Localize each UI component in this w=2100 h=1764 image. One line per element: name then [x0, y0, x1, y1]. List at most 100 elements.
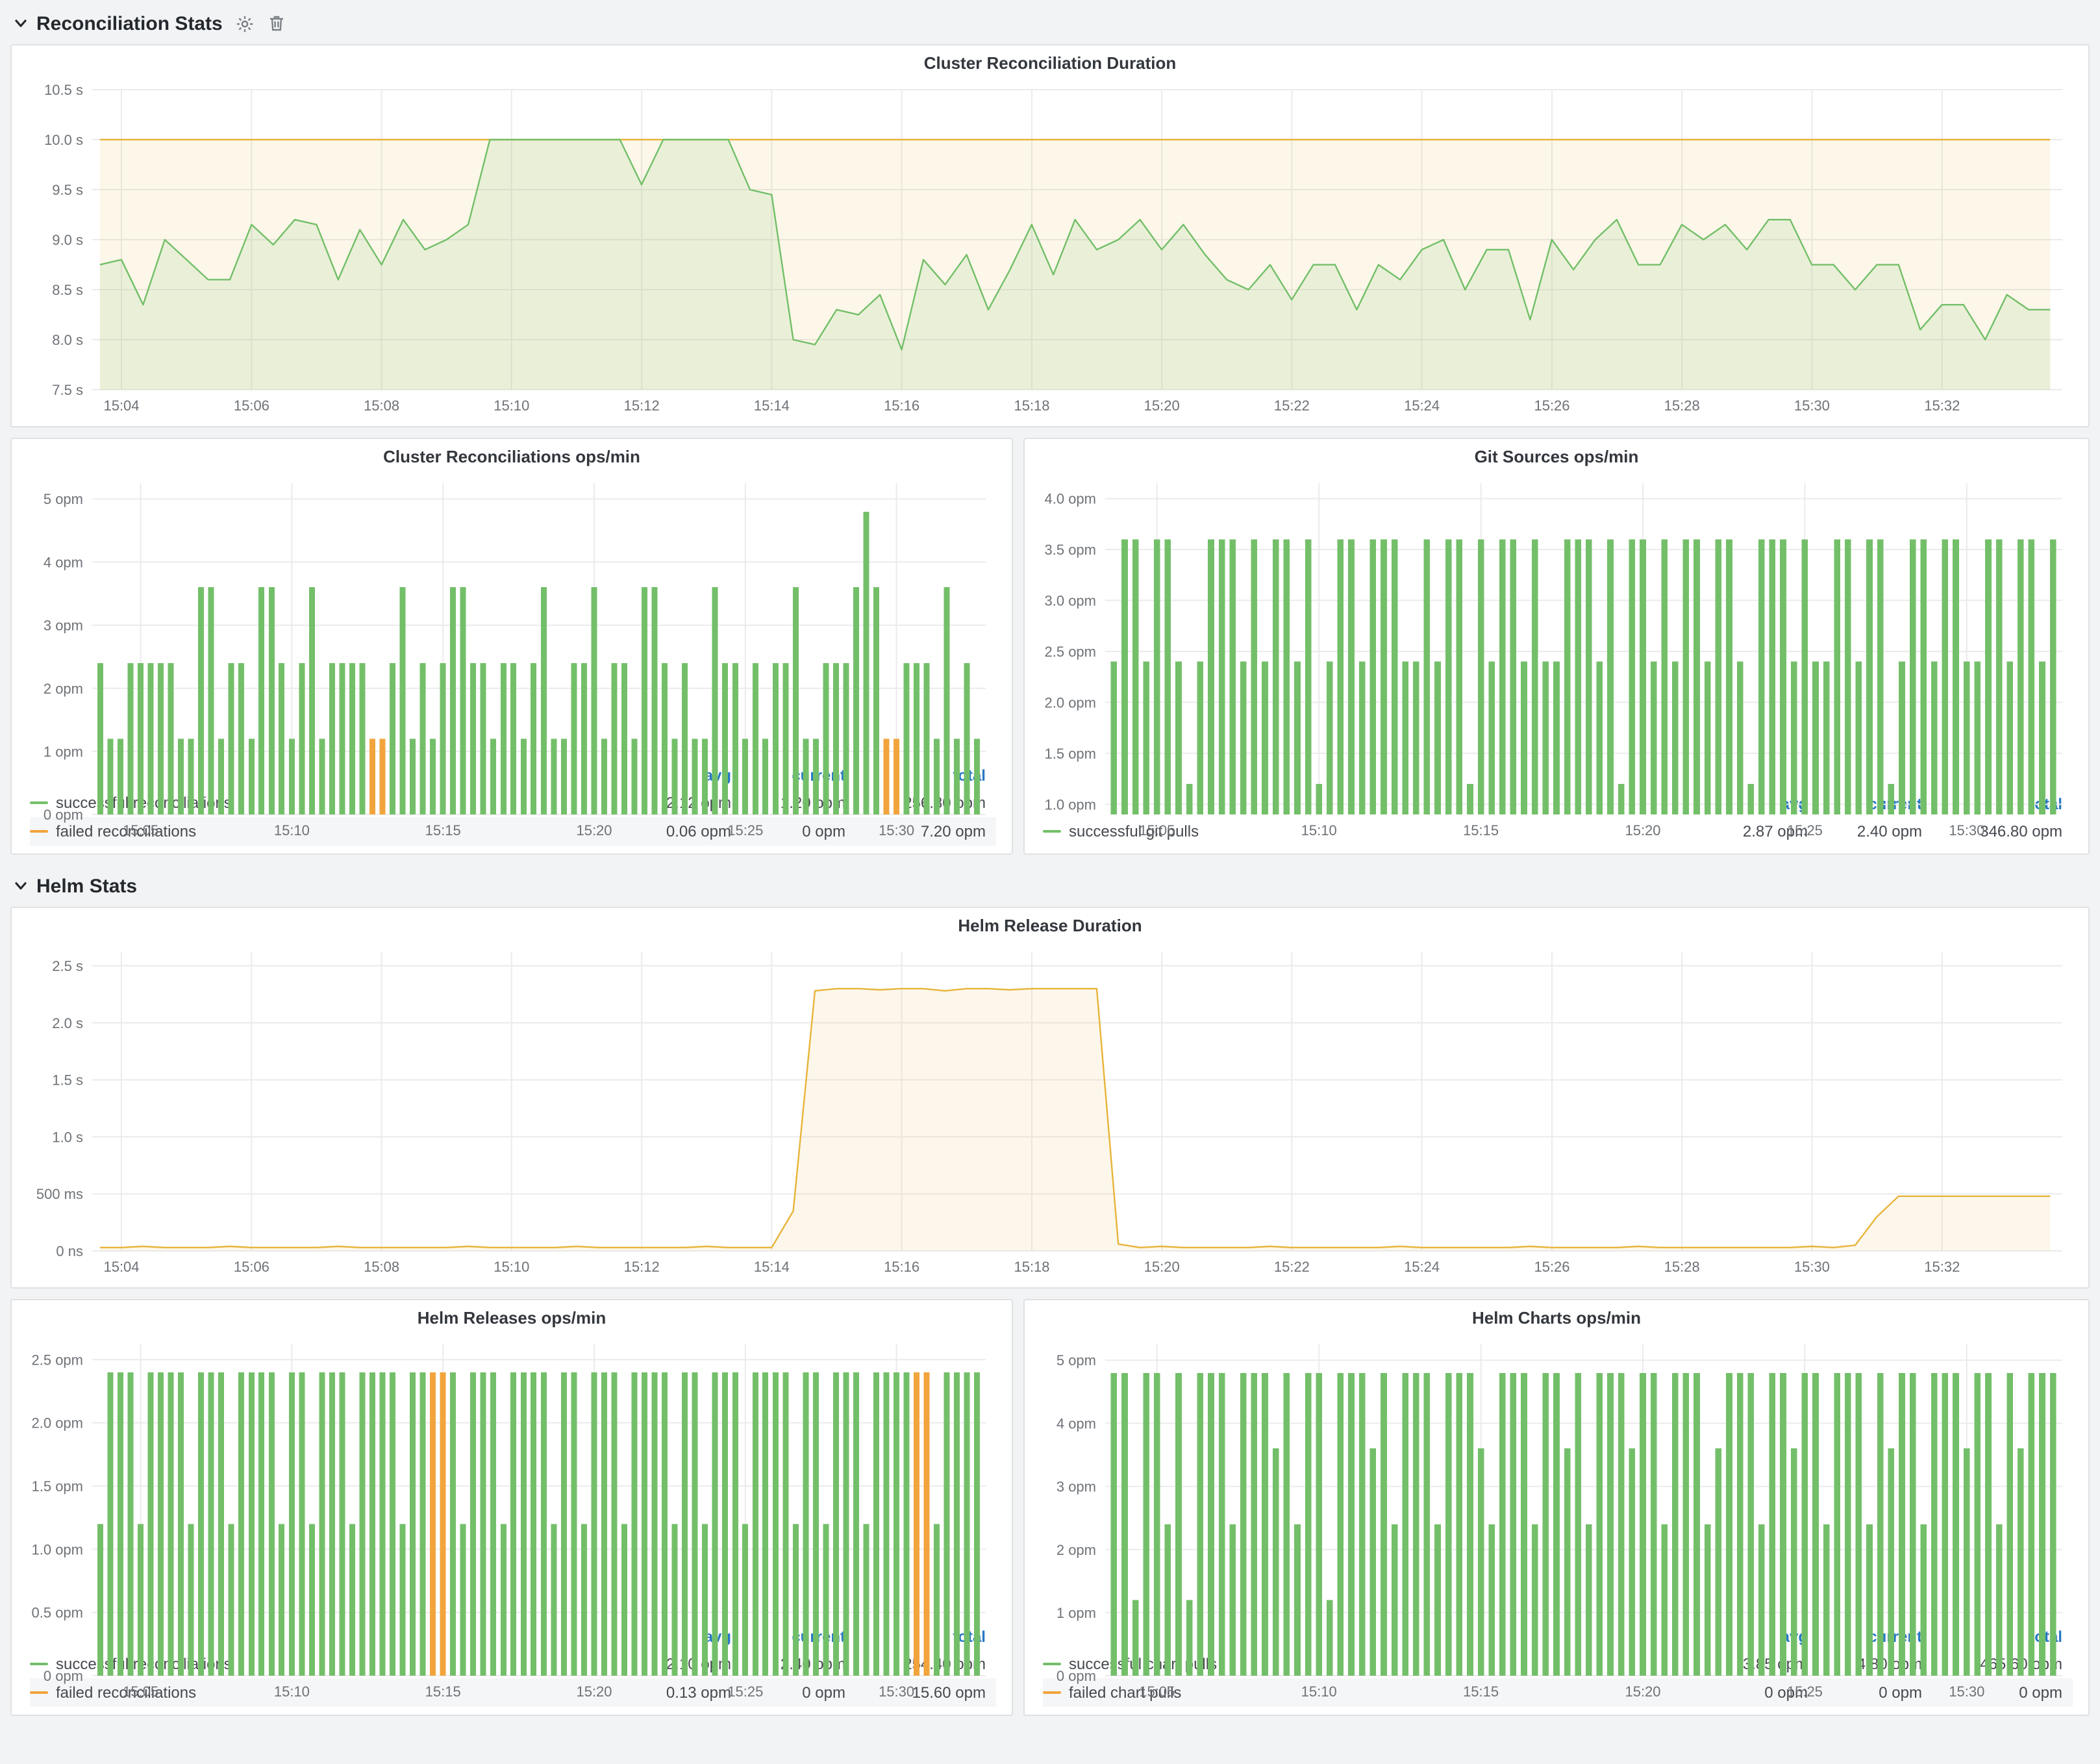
svg-text:15:20: 15:20: [1625, 1683, 1660, 1700]
svg-text:15:18: 15:18: [1014, 397, 1049, 414]
chevron-down-icon: [13, 878, 29, 894]
panel-cluster-reconciliation-duration: Cluster Reconciliation Duration 15:04 15:…: [10, 44, 2090, 427]
svg-text:2.5 s: 2.5 s: [52, 958, 83, 974]
svg-text:15:30: 15:30: [1949, 1683, 1984, 1700]
svg-text:3 opm: 3 opm: [44, 618, 83, 634]
svg-text:8.0 s: 8.0 s: [52, 332, 83, 348]
svg-text:15:26: 15:26: [1534, 397, 1569, 414]
svg-text:15:20: 15:20: [1144, 1259, 1180, 1275]
section-header-reconciliation-stats: Reconciliation Stats: [10, 3, 2090, 44]
svg-text:15:20: 15:20: [1625, 822, 1660, 838]
svg-text:15:06: 15:06: [234, 1259, 269, 1275]
svg-text:15:14: 15:14: [754, 397, 790, 414]
svg-text:15:25: 15:25: [1787, 822, 1823, 838]
svg-text:1.5 s: 1.5 s: [52, 1072, 83, 1089]
svg-text:1.5 opm: 1.5 opm: [1045, 746, 1097, 762]
chart-svg-helm-charts-opm: 15:05 15:10 15:15 15:20 15:25 15:30 5 opm 4 opm…: [1038, 1334, 2075, 1704]
svg-text:0 ns: 0 ns: [56, 1243, 83, 1259]
row-4: Helm Releases ops/min 15:0515:1015:1515:…: [10, 1299, 2090, 1716]
svg-text:15:30: 15:30: [1794, 1259, 1830, 1275]
svg-text:0 opm: 0 opm: [44, 1668, 83, 1684]
svg-text:15:10: 15:10: [494, 1259, 529, 1275]
svg-text:9.5 s: 9.5 s: [52, 182, 83, 198]
svg-text:1 opm: 1 opm: [44, 744, 83, 760]
svg-text:15:14: 15:14: [754, 1259, 790, 1275]
trash-icon[interactable]: [268, 14, 286, 32]
svg-text:15:10: 15:10: [274, 1683, 310, 1700]
svg-text:15:10: 15:10: [1301, 1683, 1337, 1700]
svg-text:0.5 opm: 0.5 opm: [32, 1605, 84, 1621]
chart-svg-git-sources-opm: 15:0515:1015:1515:2015:2515:304.0 opm3.5…: [1038, 473, 2075, 843]
chart-git-sources-opm[interactable]: 15:0515:1015:1515:2015:2515:304.0 opm3.5…: [1038, 473, 2075, 788]
panel-helm-releases-opm: Helm Releases ops/min 15:0515:1015:1515:…: [10, 1299, 1013, 1716]
svg-text:15:12: 15:12: [624, 397, 660, 414]
svg-text:2.5 opm: 2.5 opm: [1045, 644, 1097, 660]
svg-text:3.0 opm: 3.0 opm: [1045, 592, 1097, 609]
svg-text:2 opm: 2 opm: [44, 681, 83, 697]
svg-text:15:15: 15:15: [425, 1683, 461, 1700]
gear-icon[interactable]: [236, 14, 255, 33]
chart-cluster-reconciliation-duration[interactable]: 15:0415:0615:0815:1015:1215:1415:1615:18…: [25, 79, 2075, 418]
panel-title[interactable]: Helm Releases ops/min: [25, 1303, 999, 1334]
svg-text:3.5 opm: 3.5 opm: [1045, 542, 1097, 558]
svg-text:1.0 opm: 1.0 opm: [32, 1541, 84, 1557]
svg-text:15:30: 15:30: [879, 1683, 914, 1700]
svg-text:15:20: 15:20: [1144, 397, 1180, 414]
svg-text:15:04: 15:04: [103, 397, 139, 414]
panel-title[interactable]: Helm Charts ops/min: [1038, 1303, 2075, 1334]
svg-text:5 opm: 5 opm: [1056, 1352, 1096, 1368]
panel-title[interactable]: Cluster Reconciliation Duration: [25, 48, 2075, 79]
svg-text:10.5 s: 10.5 s: [44, 82, 83, 98]
svg-text:9.0 s: 9.0 s: [52, 232, 83, 248]
svg-text:15:08: 15:08: [364, 397, 399, 414]
svg-text:500 ms: 500 ms: [36, 1186, 83, 1202]
grafana-dashboard: Reconciliation Stats: [0, 0, 2100, 1764]
svg-text:3 opm: 3 opm: [1056, 1479, 1096, 1495]
panel-cluster-reconciliations-opm: Cluster Reconciliations ops/min 15:0515:…: [10, 438, 1013, 855]
panel-title[interactable]: Cluster Reconciliations ops/min: [25, 442, 999, 473]
dashboard-body: Reconciliation Stats: [0, 0, 2100, 1737]
svg-text:15:28: 15:28: [1664, 397, 1700, 414]
chart-svg-cluster-reconciliations-opm: 15:0515:1015:1515:2015:2515:305 opm4 opm…: [25, 473, 999, 843]
svg-text:2.5 opm: 2.5 opm: [32, 1352, 84, 1368]
panel-helm-release-duration: Helm Release Duration 15:04 15:06 15:08 15:…: [10, 907, 2090, 1289]
svg-text:15:16: 15:16: [884, 397, 919, 414]
svg-text:15:15: 15:15: [1463, 822, 1499, 838]
svg-text:4 opm: 4 opm: [44, 554, 83, 570]
svg-text:2.0 opm: 2.0 opm: [1045, 694, 1097, 711]
svg-text:15:28: 15:28: [1664, 1259, 1700, 1275]
chart-helm-releases-opm[interactable]: 15:0515:1015:1515:2015:2515:302.5 opm2.0…: [25, 1334, 999, 1621]
chart-helm-release-duration[interactable]: 15:0415:0615:0815:1015:1215:1415:1615:18…: [25, 942, 2075, 1279]
chart-cluster-reconciliations-opm[interactable]: 15:0515:1015:1515:2015:2515:305 opm4 opm…: [25, 473, 999, 760]
row-3: Helm Release Duration 15:04 15:06 15:08 15:…: [10, 907, 2090, 1289]
svg-text:2 opm: 2 opm: [1056, 1542, 1096, 1558]
section-collapse-toggle[interactable]: Reconciliation Stats: [13, 12, 223, 34]
svg-text:15:25: 15:25: [1787, 1683, 1823, 1700]
svg-text:15:06: 15:06: [234, 397, 269, 414]
svg-text:15:30: 15:30: [879, 822, 914, 838]
row-1: Cluster Reconciliation Duration 15:04 15:…: [10, 44, 2090, 427]
panel-title[interactable]: Git Sources ops/min: [1038, 442, 2075, 473]
section-title: Helm Stats: [36, 875, 137, 897]
section-collapse-toggle[interactable]: Helm Stats: [13, 875, 137, 897]
svg-text:15:26: 15:26: [1534, 1259, 1569, 1275]
svg-text:15:12: 15:12: [624, 1259, 660, 1275]
svg-text:0 opm: 0 opm: [1056, 1668, 1096, 1684]
chart-helm-charts-opm[interactable]: 15:0515:1015:1515:2015:2515:305 opm4 opm…: [1038, 1334, 2075, 1621]
section-title: Reconciliation Stats: [36, 12, 223, 34]
panel-title[interactable]: Helm Release Duration: [25, 911, 2075, 942]
svg-text:15:05: 15:05: [123, 822, 158, 838]
svg-text:15:30: 15:30: [1794, 397, 1830, 414]
chart-svg-helm-release-duration: 15:0415:0615:0815:1015:1215:1415:1615:18…: [25, 942, 2075, 1279]
svg-text:15:15: 15:15: [1463, 1683, 1499, 1700]
svg-text:15:20: 15:20: [576, 822, 612, 838]
chart-svg-cluster-reconciliation-duration: 15:0415:0615:0815:1015:1215:1415:1615:18…: [25, 79, 2075, 418]
chevron-down-icon: [13, 16, 29, 31]
svg-text:15:08: 15:08: [364, 1259, 399, 1275]
svg-text:1.5 opm: 1.5 opm: [32, 1478, 84, 1494]
section-header-helm-stats: Helm Stats: [10, 865, 2090, 907]
chart-svg-helm-releases-opm: 15:0515:1015:1515:2015:2515:302.5 opm2.0…: [25, 1334, 999, 1704]
svg-text:15:04: 15:04: [103, 1259, 139, 1275]
svg-text:15:05: 15:05: [1139, 1683, 1175, 1700]
svg-text:4 opm: 4 opm: [1056, 1415, 1096, 1431]
